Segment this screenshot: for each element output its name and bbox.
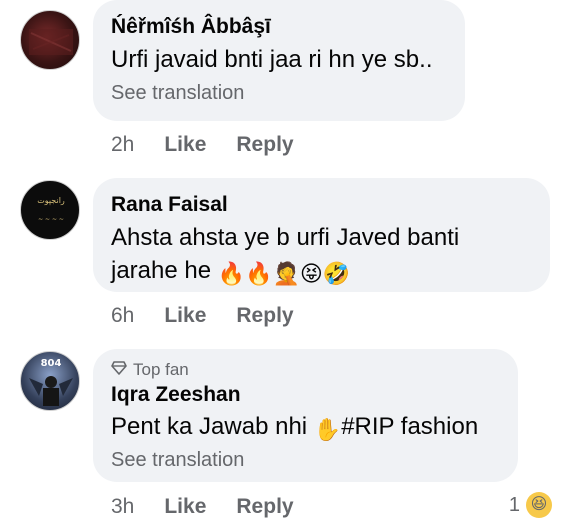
- author-name[interactable]: Iqra Zeeshan: [111, 382, 500, 408]
- comment-text-line-2: jarahe he 🔥🔥🤦😝🤣: [111, 254, 532, 287]
- timestamp[interactable]: 6h: [111, 303, 134, 329]
- reaction-summary[interactable]: 1 😆: [509, 492, 552, 518]
- avatar-text: رانجپوت: [37, 196, 65, 205]
- comment-text-after: #RIP fashion: [341, 413, 479, 440]
- comment-text-before: Pent ka Jawab nhi: [111, 413, 314, 440]
- see-translation-link[interactable]: See translation: [111, 80, 447, 106]
- comment-bubble: Top fan Iqra Zeeshan Pent ka Jawab nhi ✋…: [93, 349, 518, 482]
- avatar[interactable]: 804: [20, 351, 80, 411]
- timestamp[interactable]: 2h: [111, 132, 134, 158]
- emoji-icons: 🔥🔥🤦😝🤣: [217, 261, 351, 286]
- like-button[interactable]: Like: [164, 494, 206, 520]
- avatar-image: 804: [29, 358, 73, 406]
- comment-actions: 2h Like Reply: [111, 132, 294, 158]
- raised-hand-icon: ✋: [313, 417, 342, 442]
- comment-text: Ahsta ahsta ye b urfi Javed banti jarahe…: [111, 221, 532, 287]
- reply-button[interactable]: Reply: [236, 494, 293, 520]
- timestamp[interactable]: 3h: [111, 494, 134, 520]
- comment-text-line-1: Ahsta ahsta ye b urfi Javed banti: [111, 224, 460, 251]
- author-name[interactable]: Ńêřmîśh Âbbâşī: [111, 14, 447, 40]
- like-button[interactable]: Like: [164, 303, 206, 329]
- comment-bubble: Ńêřmîśh Âbbâşī Urfi javaid bnti jaa ri h…: [93, 0, 465, 121]
- see-translation-link[interactable]: See translation: [111, 447, 500, 473]
- like-button[interactable]: Like: [164, 132, 206, 158]
- svg-text:~ ~ ~ ~: ~ ~ ~ ~: [38, 216, 64, 223]
- comment-actions: 3h Like Reply: [111, 494, 294, 520]
- reply-button[interactable]: Reply: [236, 303, 293, 329]
- comment-actions: 6h Like Reply: [111, 303, 294, 329]
- comment-text: Urfi javaid bnti jaa ri hn ye sb..: [111, 46, 433, 73]
- comment-text: Pent ka Jawab nhi ✋#RIP fashion: [111, 410, 500, 443]
- avatar[interactable]: [20, 10, 80, 70]
- top-fan-badge: Top fan: [111, 360, 500, 380]
- comment-bubble: Rana Faisal Ahsta ahsta ye b urfi Javed …: [93, 178, 550, 292]
- avatar-image: [29, 29, 73, 55]
- comment-text-line-2-text: jarahe he: [111, 257, 212, 284]
- avatar[interactable]: رانجپوت ~ ~ ~ ~: [20, 180, 80, 240]
- avatar-image: رانجپوت ~ ~ ~ ~: [37, 196, 65, 223]
- top-fan-label: Top fan: [133, 360, 189, 379]
- diamond-icon: [111, 360, 127, 380]
- reaction-count: 1: [508, 493, 520, 516]
- avatar-text: 804: [41, 358, 62, 369]
- author-name[interactable]: Rana Faisal: [111, 192, 532, 218]
- reply-button[interactable]: Reply: [236, 132, 293, 158]
- haha-reaction-icon: 😆: [526, 492, 552, 518]
